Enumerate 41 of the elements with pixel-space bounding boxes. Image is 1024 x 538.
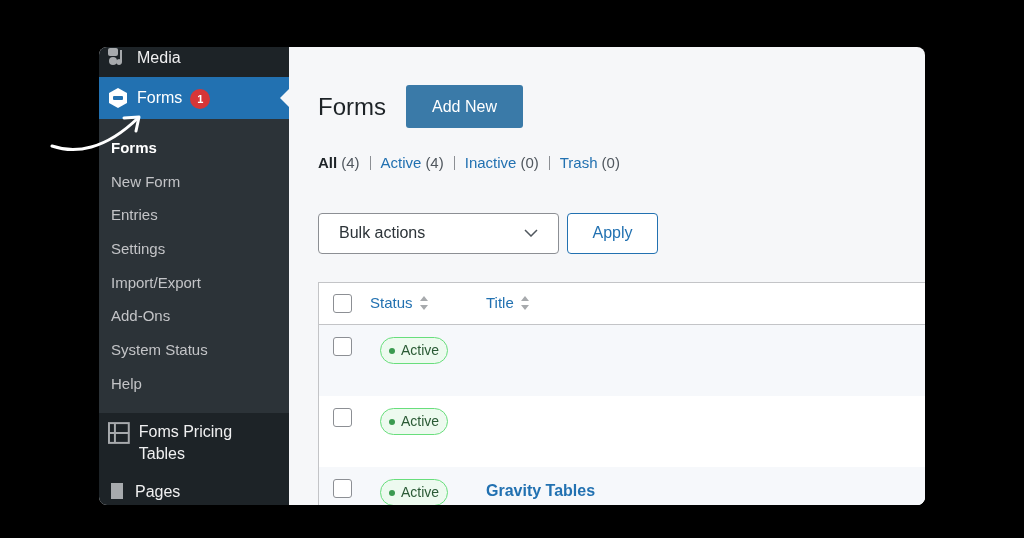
filter-link[interactable]: All [318,152,338,175]
row-checkbox[interactable] [333,407,352,427]
filter-count: (4) [425,153,444,173]
form-title-link[interactable]: Gravity Tables [486,478,596,503]
chevron-down-icon [524,229,538,237]
submenu-item[interactable]: Settings [99,232,289,266]
filter-count: (4) [341,153,360,173]
select-all-checkbox[interactable] [333,293,352,313]
submenu-item[interactable]: New Form [99,164,289,199]
submenu-item[interactable]: System Status [99,333,289,367]
submenu-item[interactable]: Import/Export [99,265,289,300]
add-new-button[interactable]: Add New [406,85,523,128]
submenu-item[interactable]: Entries [99,198,289,233]
status-badge: Active [380,479,449,505]
submenu-item[interactable]: Forms [99,131,289,165]
status-badge: Active [380,408,449,435]
current-pointer-icon [280,89,289,107]
apply-button[interactable]: Apply [567,212,658,254]
sidebar-item[interactable]: Pages [99,472,289,505]
filter-link[interactable]: Active [380,152,422,175]
column-header[interactable]: Status [370,291,413,315]
forms-icon [107,87,129,109]
column-header[interactable]: Title [486,291,514,315]
filter-count: (0) [601,153,620,173]
sidebar-item[interactable]: Forms 1 [99,77,289,119]
sort-icon [418,295,429,311]
row-checkbox[interactable] [333,336,352,356]
filter-count: (0) [520,153,539,173]
bulk-actions-select[interactable]: Bulk actions [318,212,559,254]
sidebar-item[interactable]: Foms Pricing Tables [99,412,289,473]
sort-icon [519,295,530,311]
notification-badge: 1 [190,89,211,109]
row-checkbox[interactable] [333,478,352,498]
filter-link[interactable]: Trash [559,152,598,175]
filter-link[interactable]: Inactive [464,152,517,175]
submenu-item[interactable]: Help [99,366,289,401]
table-icon [107,420,131,445]
sidebar-item[interactable]: Media [99,47,289,77]
status-badge: Active [380,337,449,364]
page-title: Forms [318,91,386,122]
submenu-item[interactable]: Add-Ons [99,299,289,334]
